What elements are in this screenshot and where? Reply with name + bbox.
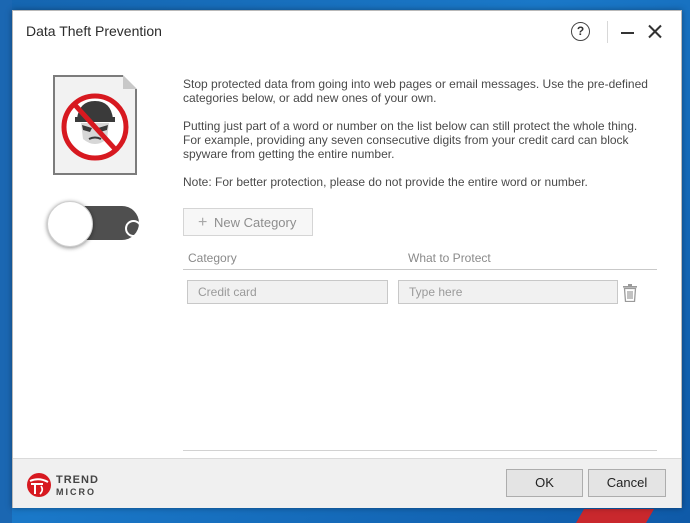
help-button[interactable]: ?	[571, 22, 590, 41]
column-header-category: Category	[188, 251, 237, 265]
plus-icon: +	[198, 214, 208, 231]
trend-micro-ball-icon	[27, 473, 51, 497]
spy-prohibited-icon	[53, 75, 137, 175]
list-bottom-divider	[183, 450, 657, 451]
toggle-knob	[47, 201, 93, 247]
data-theft-prevention-dialog: Data Theft Prevention ? Stop protected d…	[12, 10, 682, 508]
description-note: Note: For better protection, please do n…	[183, 175, 588, 189]
desktop-accent	[575, 509, 655, 523]
what-to-protect-input[interactable]: Type here	[398, 280, 618, 304]
column-header-what-to-protect: What to Protect	[408, 251, 491, 265]
titlebar-divider	[607, 21, 608, 43]
trend-micro-logo: TREND MICRO	[26, 472, 106, 500]
category-field[interactable]: Credit card	[187, 280, 388, 304]
protection-toggle[interactable]	[47, 201, 142, 247]
desktop-strip	[0, 0, 12, 523]
window-title: Data Theft Prevention	[26, 23, 162, 39]
close-button[interactable]	[647, 23, 663, 39]
minimize-button[interactable]	[621, 32, 634, 34]
dialog-footer: TREND MICRO OK Cancel	[13, 458, 681, 508]
toggle-off-indicator	[125, 220, 142, 237]
header-divider	[183, 269, 657, 270]
logo-text-micro: MICRO	[56, 487, 96, 497]
description-intro: Stop protected data from going into web …	[183, 77, 648, 105]
spy-prohibited-graphic	[61, 93, 129, 161]
description-detail: Putting just part of a word or number on…	[183, 119, 638, 161]
logo-text-trend: TREND	[56, 474, 99, 486]
trash-icon[interactable]	[622, 284, 638, 302]
title-bar: Data Theft Prevention ?	[13, 11, 681, 51]
new-category-button[interactable]: + New Category	[183, 208, 313, 236]
ok-button[interactable]: OK	[506, 469, 583, 497]
new-category-label: New Category	[214, 215, 297, 230]
cancel-button[interactable]: Cancel	[588, 469, 666, 497]
